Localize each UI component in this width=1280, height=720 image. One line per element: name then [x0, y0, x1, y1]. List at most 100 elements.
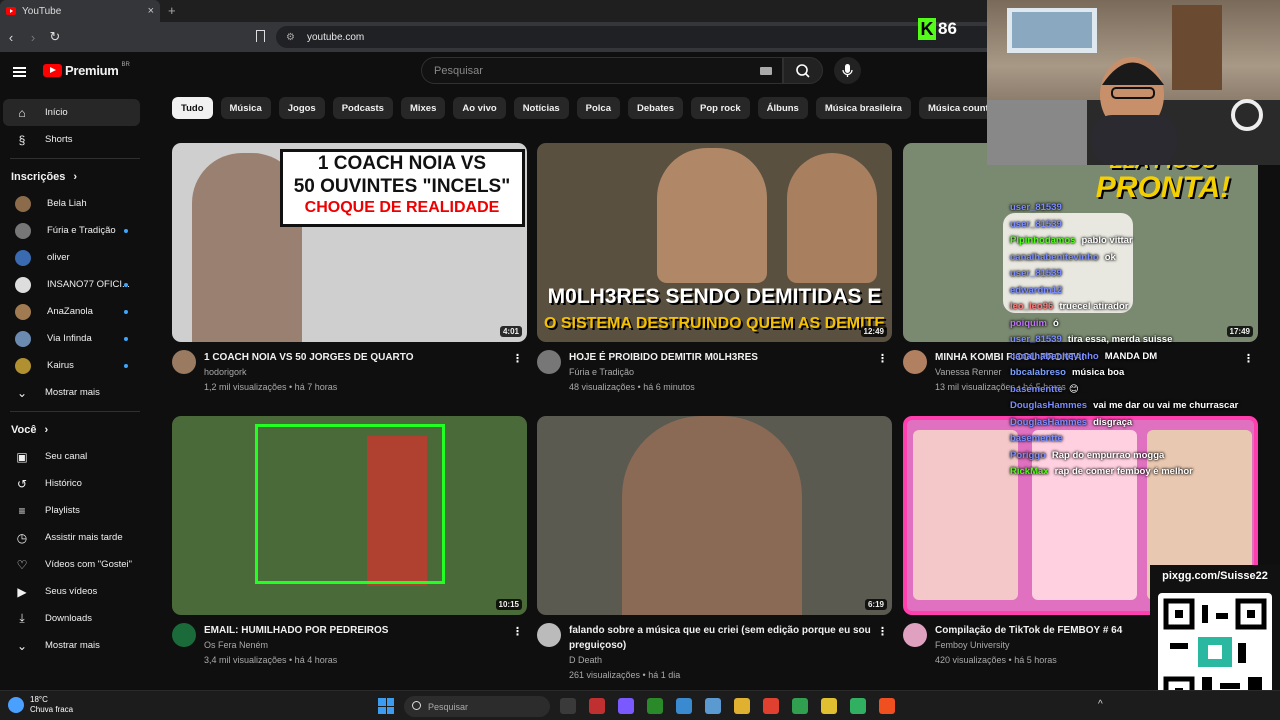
you-heading[interactable]: Você ›	[0, 416, 160, 443]
sidebar-item-watch-later[interactable]: ◷ Assistir mais tarde	[3, 524, 140, 551]
chat-message: user_81539	[1010, 266, 1280, 283]
bookmark-icon[interactable]	[256, 30, 265, 42]
filter-chip[interactable]: Pop rock	[690, 97, 750, 119]
start-button[interactable]	[378, 698, 394, 714]
chat-text: vai me dar ou vai me churrascar	[1093, 400, 1239, 411]
video-channel[interactable]: hodorigork	[204, 365, 507, 380]
subscriptions-show-more[interactable]: ⌄ Mostrar mais	[3, 379, 140, 406]
filter-chip[interactable]: Música	[220, 97, 271, 119]
more-options-icon[interactable]: ⋮	[877, 625, 888, 638]
chrome-icon[interactable]	[763, 698, 779, 714]
video-thumbnail[interactable]: 10:15	[172, 416, 527, 615]
xbox-icon[interactable]	[647, 698, 663, 714]
video-meta: HOJE É PROIBIDO DEMITIR M0LH3RES Fúria e …	[537, 350, 892, 395]
video-channel[interactable]: Os Fera Neném	[204, 638, 507, 653]
filter-chip[interactable]: Notícias	[513, 97, 569, 119]
sidebar-item-account[interactable]: ▣ Seu canal	[3, 443, 140, 470]
sidebar-item-label: Playlists	[45, 505, 80, 516]
subscriptions-heading[interactable]: Inscrições ›	[0, 163, 160, 190]
filter-chip[interactable]: Álbuns	[757, 97, 808, 119]
video-card[interactable]: 1 COACH NOIA VS 50 OUVINTES "INCELS" CHOQU…	[172, 143, 527, 395]
subscriptions-title: Inscrições	[11, 170, 66, 183]
channel-avatar[interactable]	[172, 350, 196, 374]
sidebar-item-shorts[interactable]: § Shorts	[3, 126, 140, 153]
reload-icon[interactable]: ↻	[44, 29, 66, 45]
video-card[interactable]: 6:19 falando sobre a música que eu criei …	[537, 416, 892, 683]
video-title[interactable]: 1 COACH NOIA VS 50 JORGES DE QUARTO	[204, 350, 507, 365]
sidebar-subscription[interactable]: INSANO77 OFICI...	[3, 271, 140, 298]
tab-close-button[interactable]: ×	[148, 5, 154, 17]
sidebar-item-download[interactable]: ⤓ Downloads	[3, 605, 140, 632]
channel-avatar[interactable]	[537, 350, 561, 374]
video-card[interactable]: M0LH3RES SENDO DEMITIDAS E O SISTEMA DEST…	[537, 143, 892, 395]
sidebar-subscription[interactable]: Via Infinda	[3, 325, 140, 352]
sidebar-item-history[interactable]: ↺ Histórico	[3, 470, 140, 497]
sidebar-item-your-videos[interactable]: ▶ Seus vídeos	[3, 578, 140, 605]
filter-chip[interactable]: Polca	[576, 97, 621, 119]
weather-widget[interactable]: 18°C Chuva fraca	[8, 695, 73, 715]
video-thumbnail[interactable]: M0LH3RES SENDO DEMITIDAS E O SISTEMA DEST…	[537, 143, 892, 342]
video-title[interactable]: HOJE É PROIBIDO DEMITIR M0LH3RES	[569, 350, 872, 365]
keyboard-icon[interactable]	[760, 67, 772, 75]
channel-avatar[interactable]	[903, 350, 927, 374]
sidebar-subscription[interactable]: AnaZanola	[3, 298, 140, 325]
filter-chip[interactable]: Debates	[628, 97, 683, 119]
tray-chevron-icon[interactable]: ^	[1098, 699, 1103, 710]
filter-chip[interactable]: Jogos	[278, 97, 325, 119]
sidebar-subscription[interactable]: oliver	[3, 244, 140, 271]
video-title[interactable]: falando sobre a música que eu criei (sem…	[569, 623, 872, 653]
video-channel[interactable]: Fúria e Tradição	[569, 365, 872, 380]
youtube-logo[interactable]: Premium BR	[43, 62, 130, 78]
channel-avatar[interactable]	[172, 623, 196, 647]
filter-chip[interactable]: Música brasileira	[815, 97, 911, 119]
filter-chip[interactable]: Ao vivo	[453, 97, 506, 119]
sidebar-subscription[interactable]: Fúria e Tradição	[3, 217, 140, 244]
brave-icon[interactable]	[879, 698, 895, 714]
filter-chip[interactable]: Mixes	[400, 97, 446, 119]
video-card[interactable]: 10:15 EMAIL: HUMILHADO POR PEDREIROS Os Fe…	[172, 416, 527, 668]
address-bar[interactable]: ⚙ youtube.com	[276, 26, 987, 48]
browser-tab[interactable]: YouTube ×	[0, 0, 160, 22]
channel-avatar[interactable]	[903, 623, 927, 647]
new-tab-button[interactable]: +	[168, 3, 176, 18]
more-options-icon[interactable]: ⋮	[877, 352, 888, 365]
chrome-icon-2[interactable]	[792, 698, 808, 714]
notes-icon[interactable]	[676, 698, 692, 714]
video-channel[interactable]: D Death	[569, 653, 872, 668]
chat-username: user_81539	[1010, 202, 1062, 213]
sidebar-subscription[interactable]: Bela Liah	[3, 190, 140, 217]
menu-icon[interactable]	[13, 67, 26, 77]
thumbnail-caption: 1 COACH NOIA VS	[317, 153, 487, 174]
mail-icon[interactable]	[705, 698, 721, 714]
search-input[interactable]: Pesquisar	[421, 57, 783, 84]
app-green-icon[interactable]	[850, 698, 866, 714]
chat-username: RickMax	[1010, 466, 1049, 477]
site-info-icon[interactable]: ⚙	[286, 32, 295, 43]
app-red-icon[interactable]	[589, 698, 605, 714]
video-stats: 3,4 mil visualizações • há 4 horas	[204, 655, 338, 665]
video-title[interactable]: EMAIL: HUMILHADO POR PEDREIROS	[204, 623, 507, 638]
channel-avatar[interactable]	[537, 623, 561, 647]
forward-icon[interactable]: ›	[22, 30, 44, 45]
video-thumbnail[interactable]: 6:19	[537, 416, 892, 615]
sidebar-item-home[interactable]: ⌂ Início	[3, 99, 140, 126]
search-button[interactable]	[783, 57, 823, 84]
chat-text: MANDA DM	[1104, 350, 1158, 362]
video-thumbnail[interactable]: 1 COACH NOIA VS 50 OUVINTES "INCELS" CHOQU…	[172, 143, 527, 342]
sidebar-item-like[interactable]: ♡ Vídeos com "Gostei"	[3, 551, 140, 578]
back-icon[interactable]: ‹	[0, 30, 22, 45]
sidebar-item-playlists[interactable]: ≡ Playlists	[3, 497, 140, 524]
voice-search-button[interactable]	[834, 57, 861, 84]
app-purple-icon[interactable]	[618, 698, 634, 714]
chrome-icon-3[interactable]	[821, 698, 837, 714]
explorer-icon[interactable]	[734, 698, 750, 714]
sidebar-subscription[interactable]: Kairus	[3, 352, 140, 379]
pix-url: pixgg.com/Suisse22	[1162, 570, 1268, 582]
filter-chip[interactable]: Podcasts	[332, 97, 393, 119]
task-view-icon[interactable]	[560, 698, 576, 714]
more-options-icon[interactable]: ⋮	[512, 625, 523, 638]
more-options-icon[interactable]: ⋮	[512, 352, 523, 365]
sidebar-item-chevron-down[interactable]: ⌄ Mostrar mais	[3, 632, 140, 659]
filter-chip[interactable]: Tudo	[172, 97, 213, 119]
taskbar-search[interactable]: Pesquisar	[404, 696, 550, 717]
